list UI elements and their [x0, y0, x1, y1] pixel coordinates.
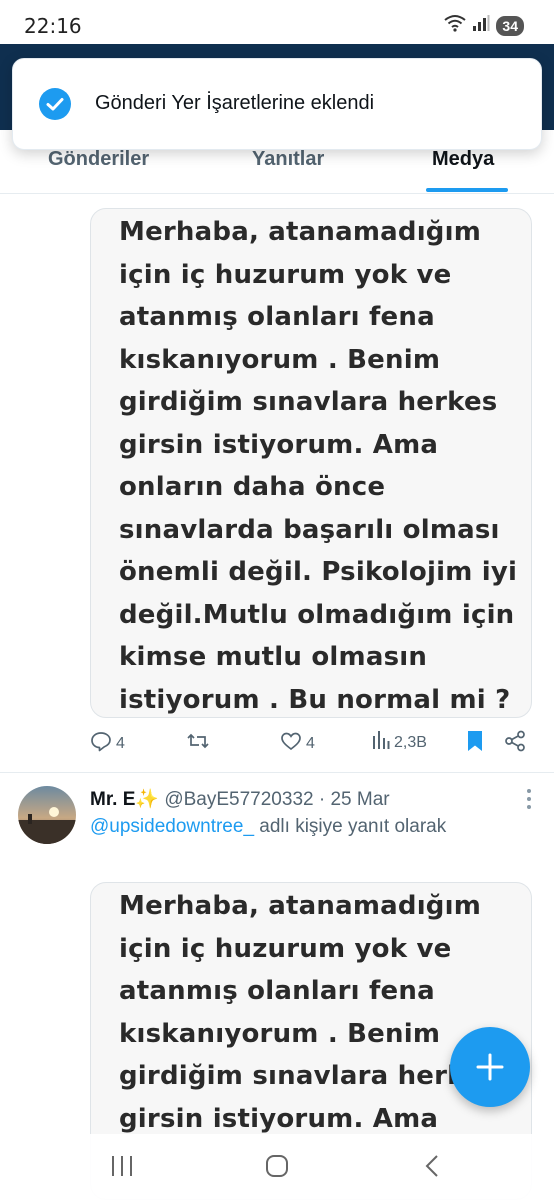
check-circle-icon	[39, 88, 71, 120]
nav-back-icon[interactable]	[422, 1154, 442, 1183]
author-name[interactable]: Mr. E✨	[90, 789, 159, 810]
like-icon	[280, 730, 302, 757]
battery-indicator: 34	[496, 15, 524, 36]
like-button[interactable]: 4	[280, 730, 315, 757]
header-separator: ·	[318, 789, 326, 810]
nav-recent-icon[interactable]	[110, 1154, 134, 1183]
reply-button[interactable]: 4	[90, 730, 125, 757]
reply-icon	[90, 730, 112, 757]
reply-count: 4	[116, 734, 125, 752]
tweet-media-image[interactable]: Merhaba, atanamadığım için iç huzurum yo…	[90, 208, 532, 718]
toast-message: Gönderi Yer İşaretlerine eklendi	[95, 92, 375, 114]
compose-button[interactable]	[450, 1027, 530, 1107]
bookmark-button[interactable]	[466, 730, 484, 757]
bookmark-icon	[466, 730, 484, 757]
retweet-icon	[186, 730, 210, 757]
share-button[interactable]	[504, 730, 526, 757]
tab-media[interactable]: Medya	[432, 148, 494, 171]
tweet-date[interactable]: 25 Mar	[330, 789, 389, 810]
views-count: 2,3B	[394, 733, 427, 751]
reply-to-suffix: adlı kişiye yanıt olarak	[254, 816, 447, 837]
avatar[interactable]	[18, 786, 76, 844]
tab-posts[interactable]: Gönderiler	[48, 148, 149, 171]
system-navigation-bar	[0, 1134, 554, 1200]
compose-icon	[450, 1053, 530, 1111]
views-icon	[372, 730, 390, 755]
share-icon	[504, 730, 526, 757]
status-time: 22:16	[24, 14, 82, 38]
active-tab-indicator	[426, 188, 508, 192]
author-handle[interactable]: @BayE57720332	[164, 789, 313, 810]
status-icons: 34	[444, 14, 524, 37]
reply-mention-link[interactable]: @upsidedowntree_	[90, 816, 254, 837]
media-image-text: Merhaba, atanamadığım için iç huzurum yo…	[119, 217, 518, 715]
signal-icon	[472, 14, 490, 37]
tweet-header: Mr. E✨ @BayE57720332 · 25 Mar	[90, 787, 390, 811]
more-icon[interactable]	[526, 788, 532, 810]
wifi-icon	[444, 14, 467, 37]
retweet-button[interactable]	[186, 730, 210, 757]
tweet-divider	[0, 772, 554, 773]
nav-home-icon[interactable]	[265, 1154, 289, 1183]
views-button[interactable]: 2,3B	[372, 730, 427, 755]
tweet-action-bar: 4 4 2,3B	[90, 730, 540, 762]
like-count: 4	[306, 734, 315, 752]
tab-replies[interactable]: Yanıtlar	[252, 148, 324, 171]
replying-to: @upsidedowntree_ adlı kişiye yanıt olara…	[90, 816, 446, 838]
bookmark-toast[interactable]: Gönderi Yer İşaretlerine eklendi	[12, 58, 542, 150]
